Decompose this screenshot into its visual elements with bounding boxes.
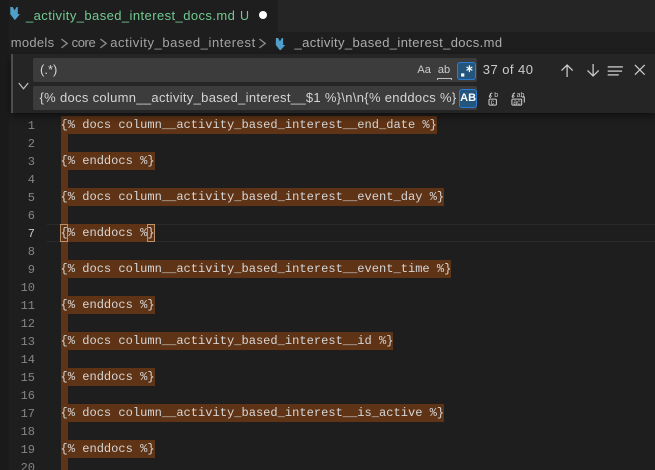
svg-text:ac: ac xyxy=(513,99,521,106)
svg-text:ab: ab xyxy=(517,92,525,99)
svg-text:c: c xyxy=(490,99,494,106)
svg-text:b: b xyxy=(494,92,498,99)
